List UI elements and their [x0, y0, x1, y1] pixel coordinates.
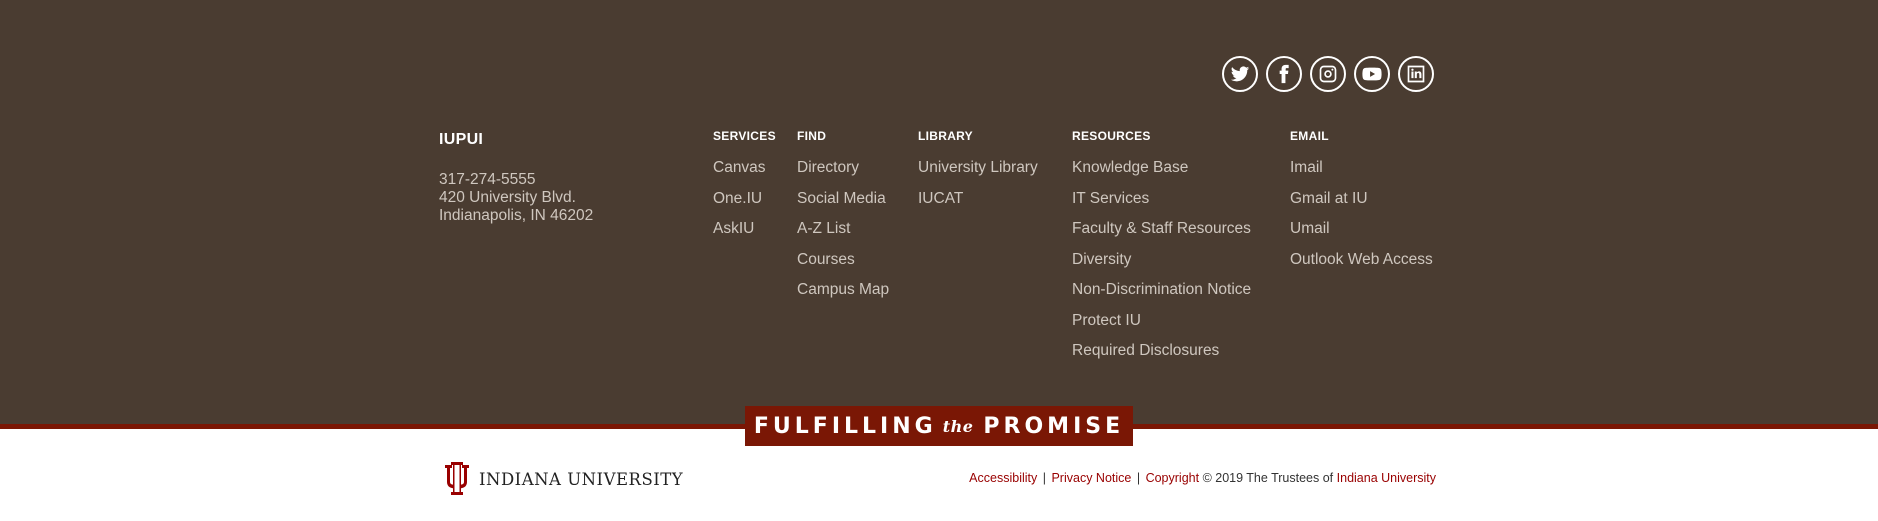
legal-links: Accessibility | Privacy Notice | Copyrig…: [969, 471, 1436, 485]
link-outlook-web-access[interactable]: Outlook Web Access: [1290, 251, 1433, 282]
iu-trident-icon: [445, 462, 469, 497]
social-links: [1222, 56, 1434, 92]
link-imail[interactable]: Imail: [1290, 159, 1433, 190]
link-diversity[interactable]: Diversity: [1072, 251, 1251, 282]
link-a-z-list[interactable]: A-Z List: [797, 220, 889, 251]
link-directory[interactable]: Directory: [797, 159, 889, 190]
link-it-services[interactable]: IT Services: [1072, 190, 1251, 221]
link-umail[interactable]: Umail: [1290, 220, 1433, 251]
facebook-icon[interactable]: [1266, 56, 1302, 92]
find-column: FIND Directory Social Media A-Z List Cou…: [797, 129, 889, 312]
link-campus-map[interactable]: Campus Map: [797, 281, 889, 312]
legal-separator: |: [1042, 471, 1046, 485]
org-street: 420 University Blvd.: [439, 189, 576, 206]
org-phone: 317-274-5555: [439, 171, 536, 188]
fulfilling-the-promise-banner: FULFILLING the PROMISE: [745, 406, 1133, 446]
email-column: EMAIL Imail Gmail at IU Umail Outlook We…: [1290, 129, 1433, 281]
link-gmail-at-iu[interactable]: Gmail at IU: [1290, 190, 1433, 221]
library-column: LIBRARY University Library IUCAT: [918, 129, 1038, 220]
accessibility-link[interactable]: Accessibility: [969, 471, 1037, 485]
twitter-icon[interactable]: [1222, 56, 1258, 92]
resources-column: RESOURCES Knowledge Base IT Services Fac…: [1072, 129, 1251, 373]
banner-left-text: FULFILLING: [753, 413, 937, 439]
banner-the-text: the: [942, 416, 974, 436]
link-knowledge-base[interactable]: Knowledge Base: [1072, 159, 1251, 190]
services-column: SERVICES Canvas One.IU AskIU: [713, 129, 776, 251]
library-heading: LIBRARY: [918, 129, 973, 143]
link-non-discrimination-notice[interactable]: Non-Discrimination Notice: [1072, 281, 1251, 312]
org-city: Indianapolis, IN 46202: [439, 207, 594, 224]
link-askiu[interactable]: AskIU: [713, 220, 776, 251]
linkedin-icon[interactable]: [1398, 56, 1434, 92]
link-one-iu[interactable]: One.IU: [713, 190, 776, 221]
banner-right-text: PROMISE: [983, 413, 1125, 439]
link-university-library[interactable]: University Library: [918, 159, 1038, 190]
find-heading: FIND: [797, 129, 827, 143]
services-heading: SERVICES: [713, 129, 776, 143]
youtube-icon[interactable]: [1354, 56, 1390, 92]
copyright-text: © 2019 The Trustees of: [1202, 471, 1334, 485]
link-required-disclosures[interactable]: Required Disclosures: [1072, 342, 1251, 373]
privacy-notice-link[interactable]: Privacy Notice: [1051, 471, 1131, 485]
org-info: IUPUI 317-274-5555 420 University Blvd. …: [439, 131, 593, 225]
link-courses[interactable]: Courses: [797, 251, 889, 282]
link-canvas[interactable]: Canvas: [713, 159, 776, 190]
legal-separator: |: [1136, 471, 1141, 485]
copyright-link[interactable]: Copyright: [1146, 471, 1200, 485]
email-heading: EMAIL: [1290, 129, 1329, 143]
link-social-media[interactable]: Social Media: [797, 190, 889, 221]
iu-wordmark: INDIANA UNIVERSITY: [479, 469, 684, 489]
indiana-university-logo[interactable]: INDIANA UNIVERSITY: [443, 461, 683, 497]
org-address: 317-274-5555 420 University Blvd. Indian…: [439, 171, 593, 225]
resources-heading: RESOURCES: [1072, 129, 1151, 143]
instagram-icon[interactable]: [1310, 56, 1346, 92]
link-iucat[interactable]: IUCAT: [918, 190, 1038, 221]
indiana-university-link[interactable]: Indiana University: [1337, 471, 1436, 485]
link-faculty-staff-resources[interactable]: Faculty & Staff Resources: [1072, 220, 1251, 251]
link-protect-iu[interactable]: Protect IU: [1072, 312, 1251, 343]
org-name: IUPUI: [439, 131, 484, 148]
